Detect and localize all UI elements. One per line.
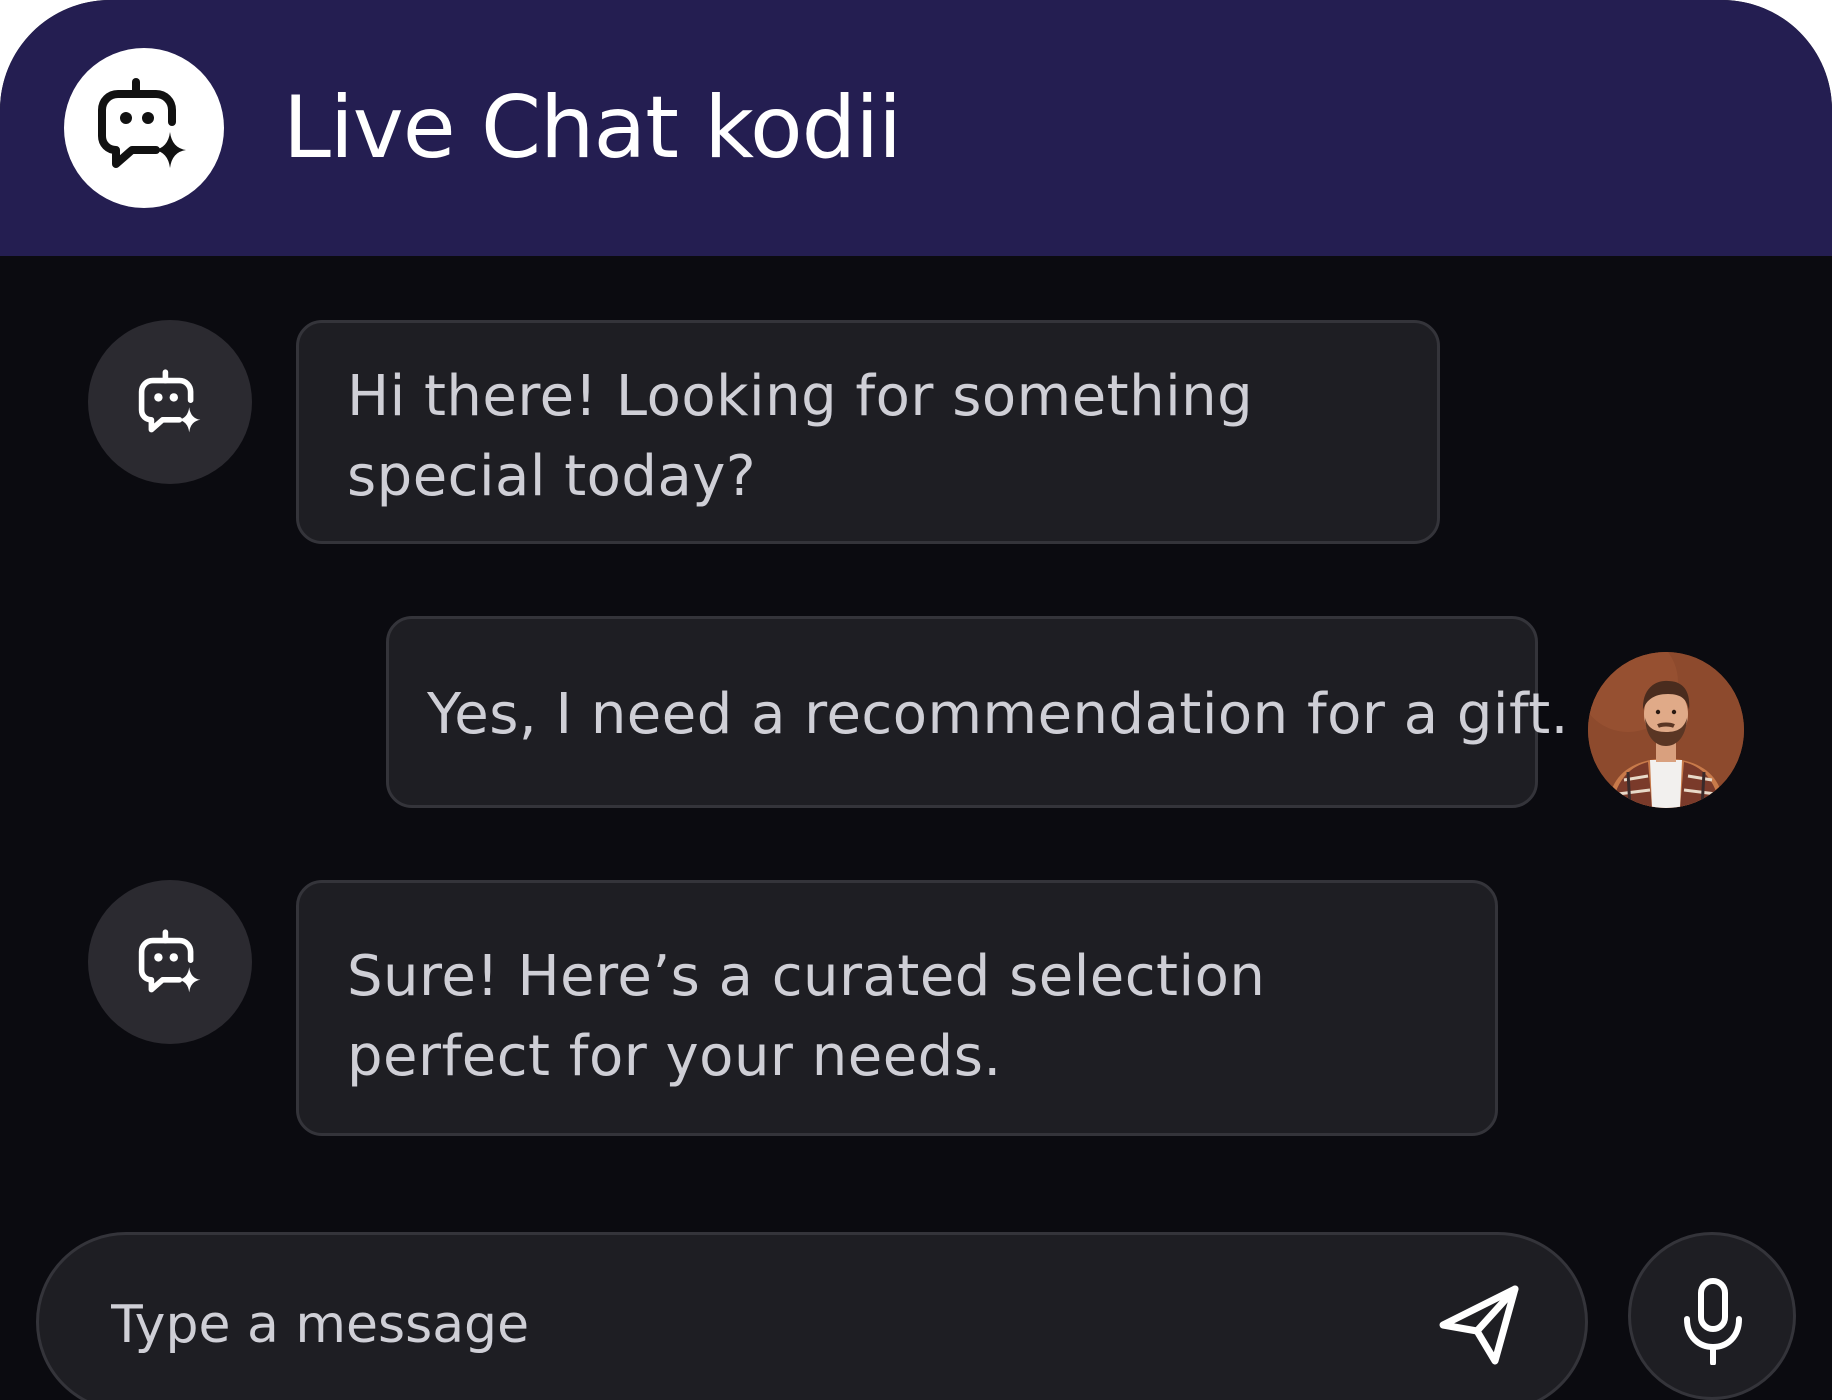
bot-sparkle-icon — [138, 929, 201, 993]
bot-avatar — [88, 320, 252, 484]
bot-message-bubble: Hi there! Looking for something special … — [296, 320, 1440, 544]
user-message-bubble: Yes, I need a recommendation for a gift. — [386, 616, 1568, 808]
microphone-icon — [1684, 1278, 1742, 1365]
message-input[interactable] — [109, 1279, 1313, 1371]
message-text: Yes, I need a recommendation for a gift. — [427, 682, 1569, 747]
message-text: Sure! Here’s a curated selection perfect… — [347, 944, 1266, 1089]
user-photo — [1588, 652, 1744, 808]
chat-title: Live Chat kodii — [283, 78, 902, 178]
send-icon — [1439, 1285, 1519, 1365]
bot-avatar — [88, 880, 252, 1044]
message-text: Hi there! Looking for something special … — [347, 364, 1254, 509]
bot-sparkle-icon — [138, 369, 201, 433]
chat-logo — [64, 48, 224, 208]
chat-widget: Live Chat kodii Hi there! Looking for so… — [0, 0, 1832, 1400]
bot-message-bubble: Sure! Here’s a curated selection perfect… — [296, 880, 1498, 1136]
user-avatar — [1588, 652, 1744, 808]
microphone-button[interactable] — [1628, 1232, 1796, 1400]
message-composer — [36, 1232, 1588, 1400]
send-button[interactable] — [1423, 1265, 1533, 1375]
bot-sparkle-icon — [98, 78, 186, 168]
chat-header: Live Chat kodii — [0, 0, 1832, 256]
